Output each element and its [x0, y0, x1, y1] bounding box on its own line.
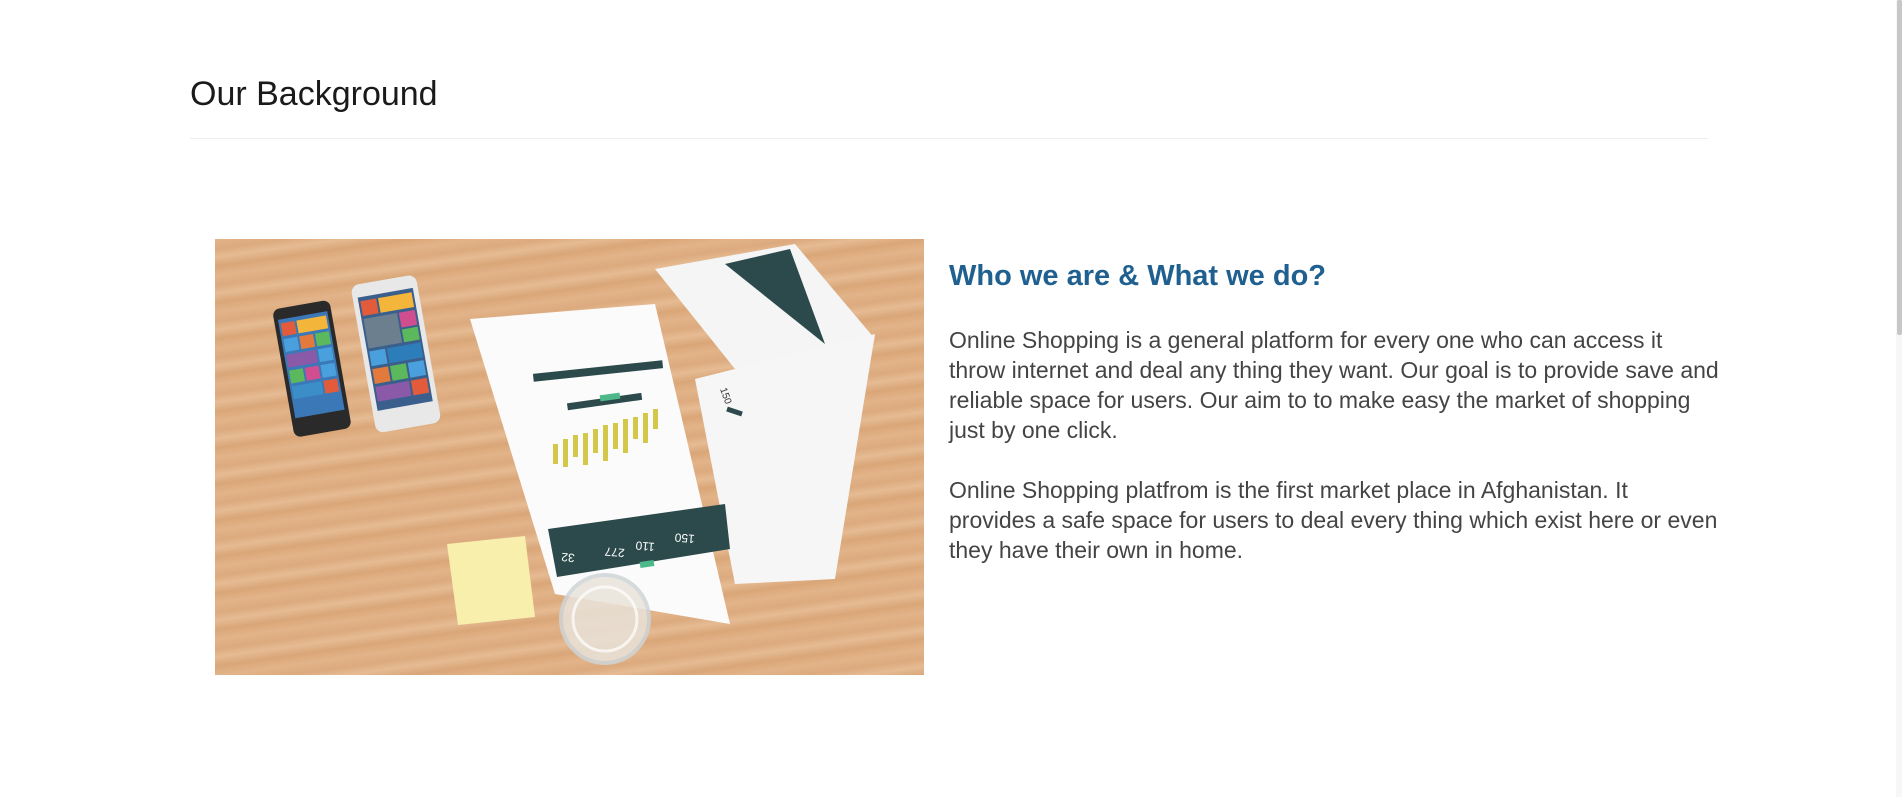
drinking-glass	[559, 573, 651, 665]
content-heading: Who we are & What we do?	[949, 260, 1327, 292]
about-paragraph-1: Online Shopping is a general platform fo…	[949, 327, 1719, 443]
svg-text:277: 277	[604, 544, 625, 560]
smartphone-left	[273, 300, 351, 437]
section-title: Our Background	[190, 75, 438, 113]
svg-text:32: 32	[560, 550, 575, 565]
scrollbar-thumb[interactable]	[1897, 0, 1902, 335]
smartphone-right	[351, 275, 441, 433]
section-divider	[190, 138, 1708, 139]
sticky-note	[447, 536, 535, 625]
background-photo: 150 32 277 110 150	[215, 239, 924, 675]
about-paragraph-2: Online Shopping platfrom is the first ma…	[949, 477, 1718, 563]
vertical-scrollbar[interactable]	[1896, 0, 1902, 797]
svg-text:150: 150	[674, 530, 695, 546]
svg-text:110: 110	[635, 538, 656, 554]
